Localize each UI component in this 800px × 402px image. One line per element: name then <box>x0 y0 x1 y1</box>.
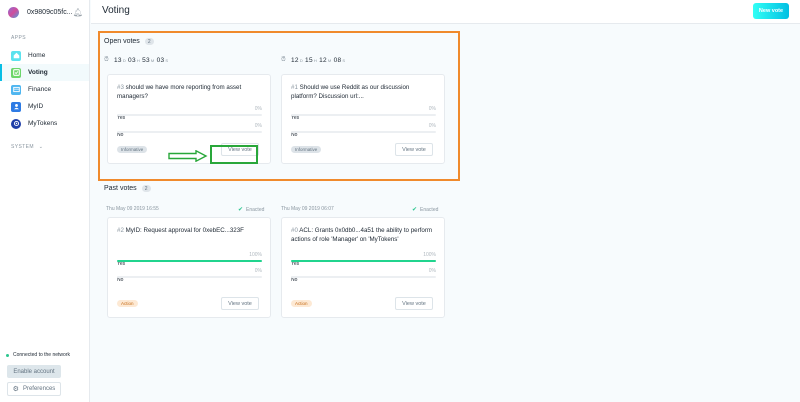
page-title: Voting <box>102 5 130 16</box>
enable-account-button[interactable]: Enable account <box>7 365 61 378</box>
vote-card[interactable]: #0 ACL: Grants 0x0db0...4a51 the ability… <box>281 217 445 318</box>
yes-bar-fill <box>291 260 436 262</box>
past-votes-count: 2 <box>141 185 151 192</box>
sidebar-item-label: MyID <box>28 103 44 110</box>
apps-section-label: APPS <box>11 35 26 41</box>
vote-date: Thu May 09 2019 06:07 <box>281 206 334 212</box>
yes-bar-fill <box>117 260 262 262</box>
yes-percent: 100% <box>423 252 436 258</box>
chevron-down-icon: ⌄ <box>38 144 44 150</box>
top-bar: Voting New vote <box>91 0 800 24</box>
yes-bar <box>291 260 436 262</box>
check-icon: ✔ <box>238 207 244 213</box>
vote-number: #2 <box>117 227 124 234</box>
preferences-label: Preferences <box>22 386 56 392</box>
sidebar-item-home[interactable]: Home <box>0 47 89 64</box>
network-status: Connected to the network <box>6 352 70 358</box>
sidebar-item-finance[interactable]: Finance <box>0 81 89 98</box>
voting-icon <box>11 67 21 78</box>
view-vote-button[interactable]: View vote <box>221 297 259 310</box>
system-section-toggle[interactable]: SYSTEM ⌄ <box>0 144 89 150</box>
home-icon <box>11 50 21 61</box>
yes-bar <box>117 260 262 262</box>
status-dot <box>6 353 9 357</box>
no-percent: 0% <box>254 268 262 274</box>
account-address: 0x9809c05fc... <box>27 8 73 16</box>
view-vote-button[interactable]: View vote <box>395 297 433 310</box>
vote-question: #0 ACL: Grants 0x0db0...4a51 the ability… <box>291 226 436 244</box>
sidebar: 0x9809c05fc... 🔔︎ APPS Home Voting Finan… <box>0 0 90 402</box>
status-text: Enacted <box>246 206 265 213</box>
sidebar-item-myid[interactable]: MyID <box>0 98 89 115</box>
gear-icon: ⚙ <box>12 386 19 393</box>
vote-type-badge: Action <box>291 300 312 307</box>
notifications-icon[interactable]: 🔔︎ <box>73 8 83 17</box>
vote-date: Thu May 09 2019 16:55 <box>106 206 159 212</box>
green-arrow-icon <box>168 150 208 162</box>
mytokens-icon <box>11 118 21 129</box>
green-highlight-box <box>210 145 258 164</box>
network-status-text: Connected to the network <box>13 352 70 358</box>
no-row: No 0% <box>117 268 262 286</box>
myid-icon <box>11 101 21 112</box>
system-section-label: SYSTEM <box>11 144 34 150</box>
vote-card[interactable]: #2 MyID: Request approval for 0xebEC...3… <box>107 217 271 318</box>
sidebar-item-mytokens[interactable]: MyTokens <box>0 115 89 132</box>
vote-type-badge: Action <box>117 300 138 307</box>
no-row: No 0% <box>291 268 436 286</box>
finance-icon <box>11 84 21 95</box>
sidebar-item-label: Home <box>28 52 46 59</box>
no-bar <box>291 276 436 278</box>
new-vote-button[interactable]: New vote <box>753 3 789 19</box>
status-text: Enacted <box>420 206 439 213</box>
check-icon: ✔ <box>412 207 418 213</box>
status-badge: ✔ Enacted <box>238 206 265 214</box>
sidebar-item-voting[interactable]: Voting <box>0 64 89 81</box>
sidebar-item-label: Voting <box>28 69 48 76</box>
orange-highlight-box <box>98 31 460 181</box>
sidebar-item-label: Finance <box>28 86 52 93</box>
past-votes-heading: Past votes 2 <box>104 185 151 192</box>
yes-percent: 100% <box>249 252 262 258</box>
sidebar-item-label: MyTokens <box>28 120 58 127</box>
no-percent: 0% <box>428 268 436 274</box>
vote-question-text: ACL: Grants 0x0db0...4a51 the ability to… <box>291 227 433 243</box>
vote-question: #2 MyID: Request approval for 0xebEC...3… <box>117 226 262 235</box>
vote-number: #0 <box>291 227 298 234</box>
no-bar <box>117 276 262 278</box>
past-votes-title: Past votes <box>104 185 137 192</box>
preferences-button[interactable]: ⚙ Preferences <box>7 382 61 396</box>
avatar <box>8 6 19 18</box>
status-badge: ✔ Enacted <box>412 206 439 214</box>
account-badge[interactable]: 0x9809c05fc... 🔔︎ <box>0 0 89 24</box>
vote-question-text: MyID: Request approval for 0xebEC...323F <box>125 227 244 234</box>
